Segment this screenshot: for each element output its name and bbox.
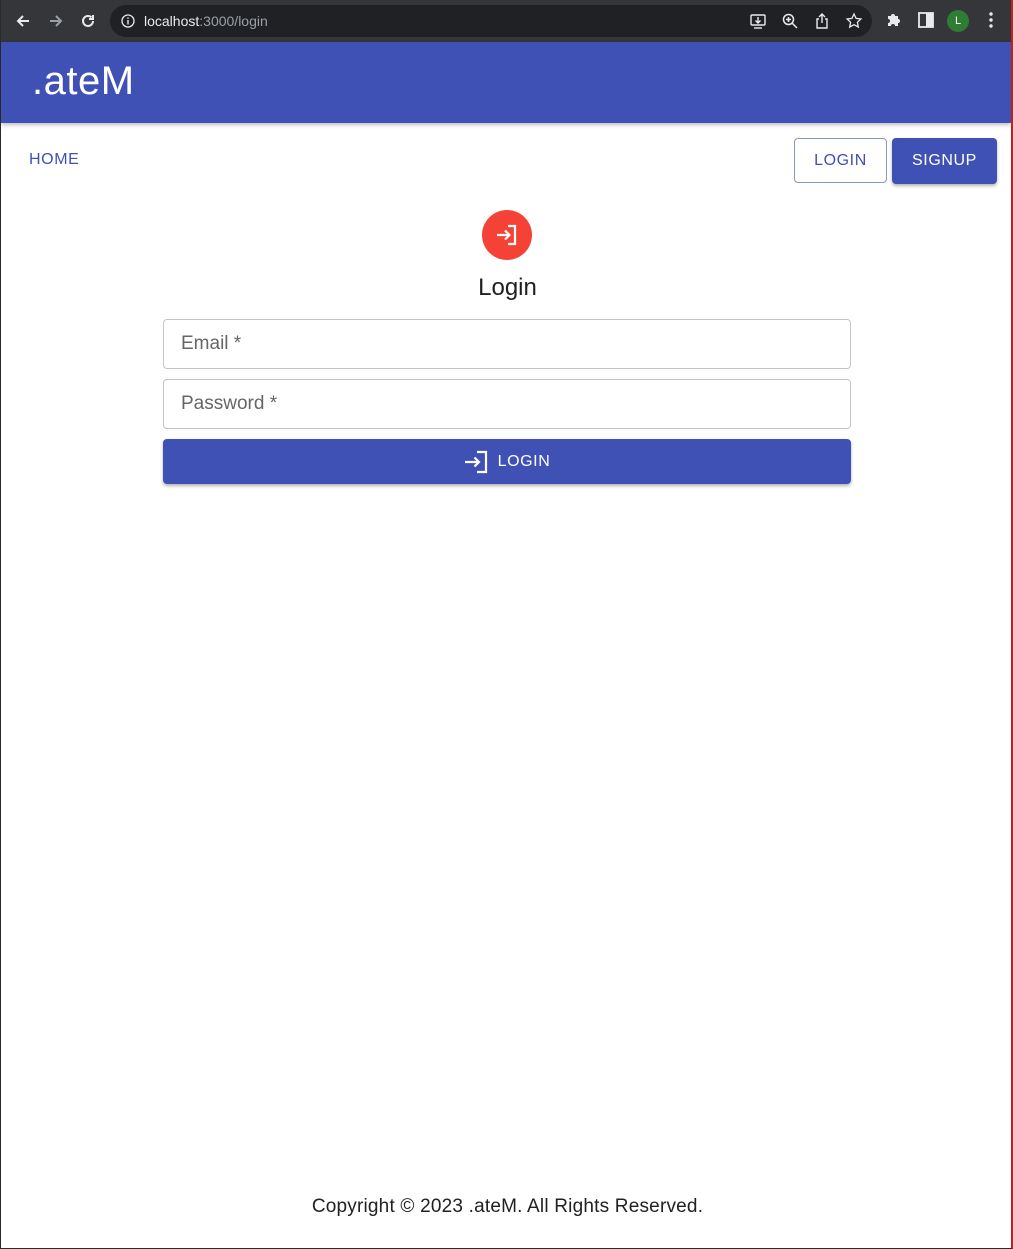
- login-submit-button[interactable]: LOGIN: [163, 439, 851, 484]
- profile-avatar[interactable]: L: [947, 10, 969, 32]
- side-panel-icon[interactable]: [916, 10, 936, 30]
- info-icon[interactable]: [121, 14, 135, 28]
- nav-login-button[interactable]: LOGIN: [794, 138, 887, 183]
- login-heading: Login: [478, 274, 537, 301]
- bookmark-star-icon[interactable]: [845, 12, 863, 30]
- profile-initial: L: [954, 15, 962, 27]
- copyright-footer: Copyright © 2023 .ateM. All Rights Reser…: [311, 1196, 704, 1217]
- home-link[interactable]: HOME: [29, 151, 79, 169]
- forward-arrow-icon[interactable]: [44, 9, 68, 33]
- kebab-menu-icon[interactable]: [981, 10, 1001, 30]
- email-field[interactable]: [163, 319, 851, 369]
- browser-toolbar: localhost:3000/login L: [1, 0, 1011, 42]
- brand-title[interactable]: .ateM: [32, 59, 135, 104]
- zoom-icon[interactable]: [781, 12, 799, 30]
- reload-icon[interactable]: [76, 9, 100, 33]
- url-text: localhost:3000/login: [144, 13, 268, 29]
- browser-window: localhost:3000/login L .ateM HOME LOGIN …: [0, 0, 1013, 1249]
- share-icon[interactable]: [813, 12, 831, 30]
- extensions-puzzle-icon[interactable]: [884, 10, 904, 30]
- login-icon: [497, 224, 517, 246]
- app-bar: .ateM: [1, 42, 1011, 123]
- address-bar[interactable]: localhost:3000/login: [110, 5, 872, 37]
- login-avatar: [482, 210, 532, 260]
- login-submit-label: LOGIN: [497, 452, 551, 470]
- password-field[interactable]: [163, 379, 851, 429]
- login-icon: [464, 450, 487, 473]
- password-input[interactable]: [164, 380, 850, 428]
- nav-signup-button[interactable]: SIGNUP: [892, 138, 997, 184]
- back-arrow-icon[interactable]: [11, 9, 35, 33]
- email-input[interactable]: [164, 320, 850, 368]
- install-app-icon[interactable]: [749, 12, 767, 30]
